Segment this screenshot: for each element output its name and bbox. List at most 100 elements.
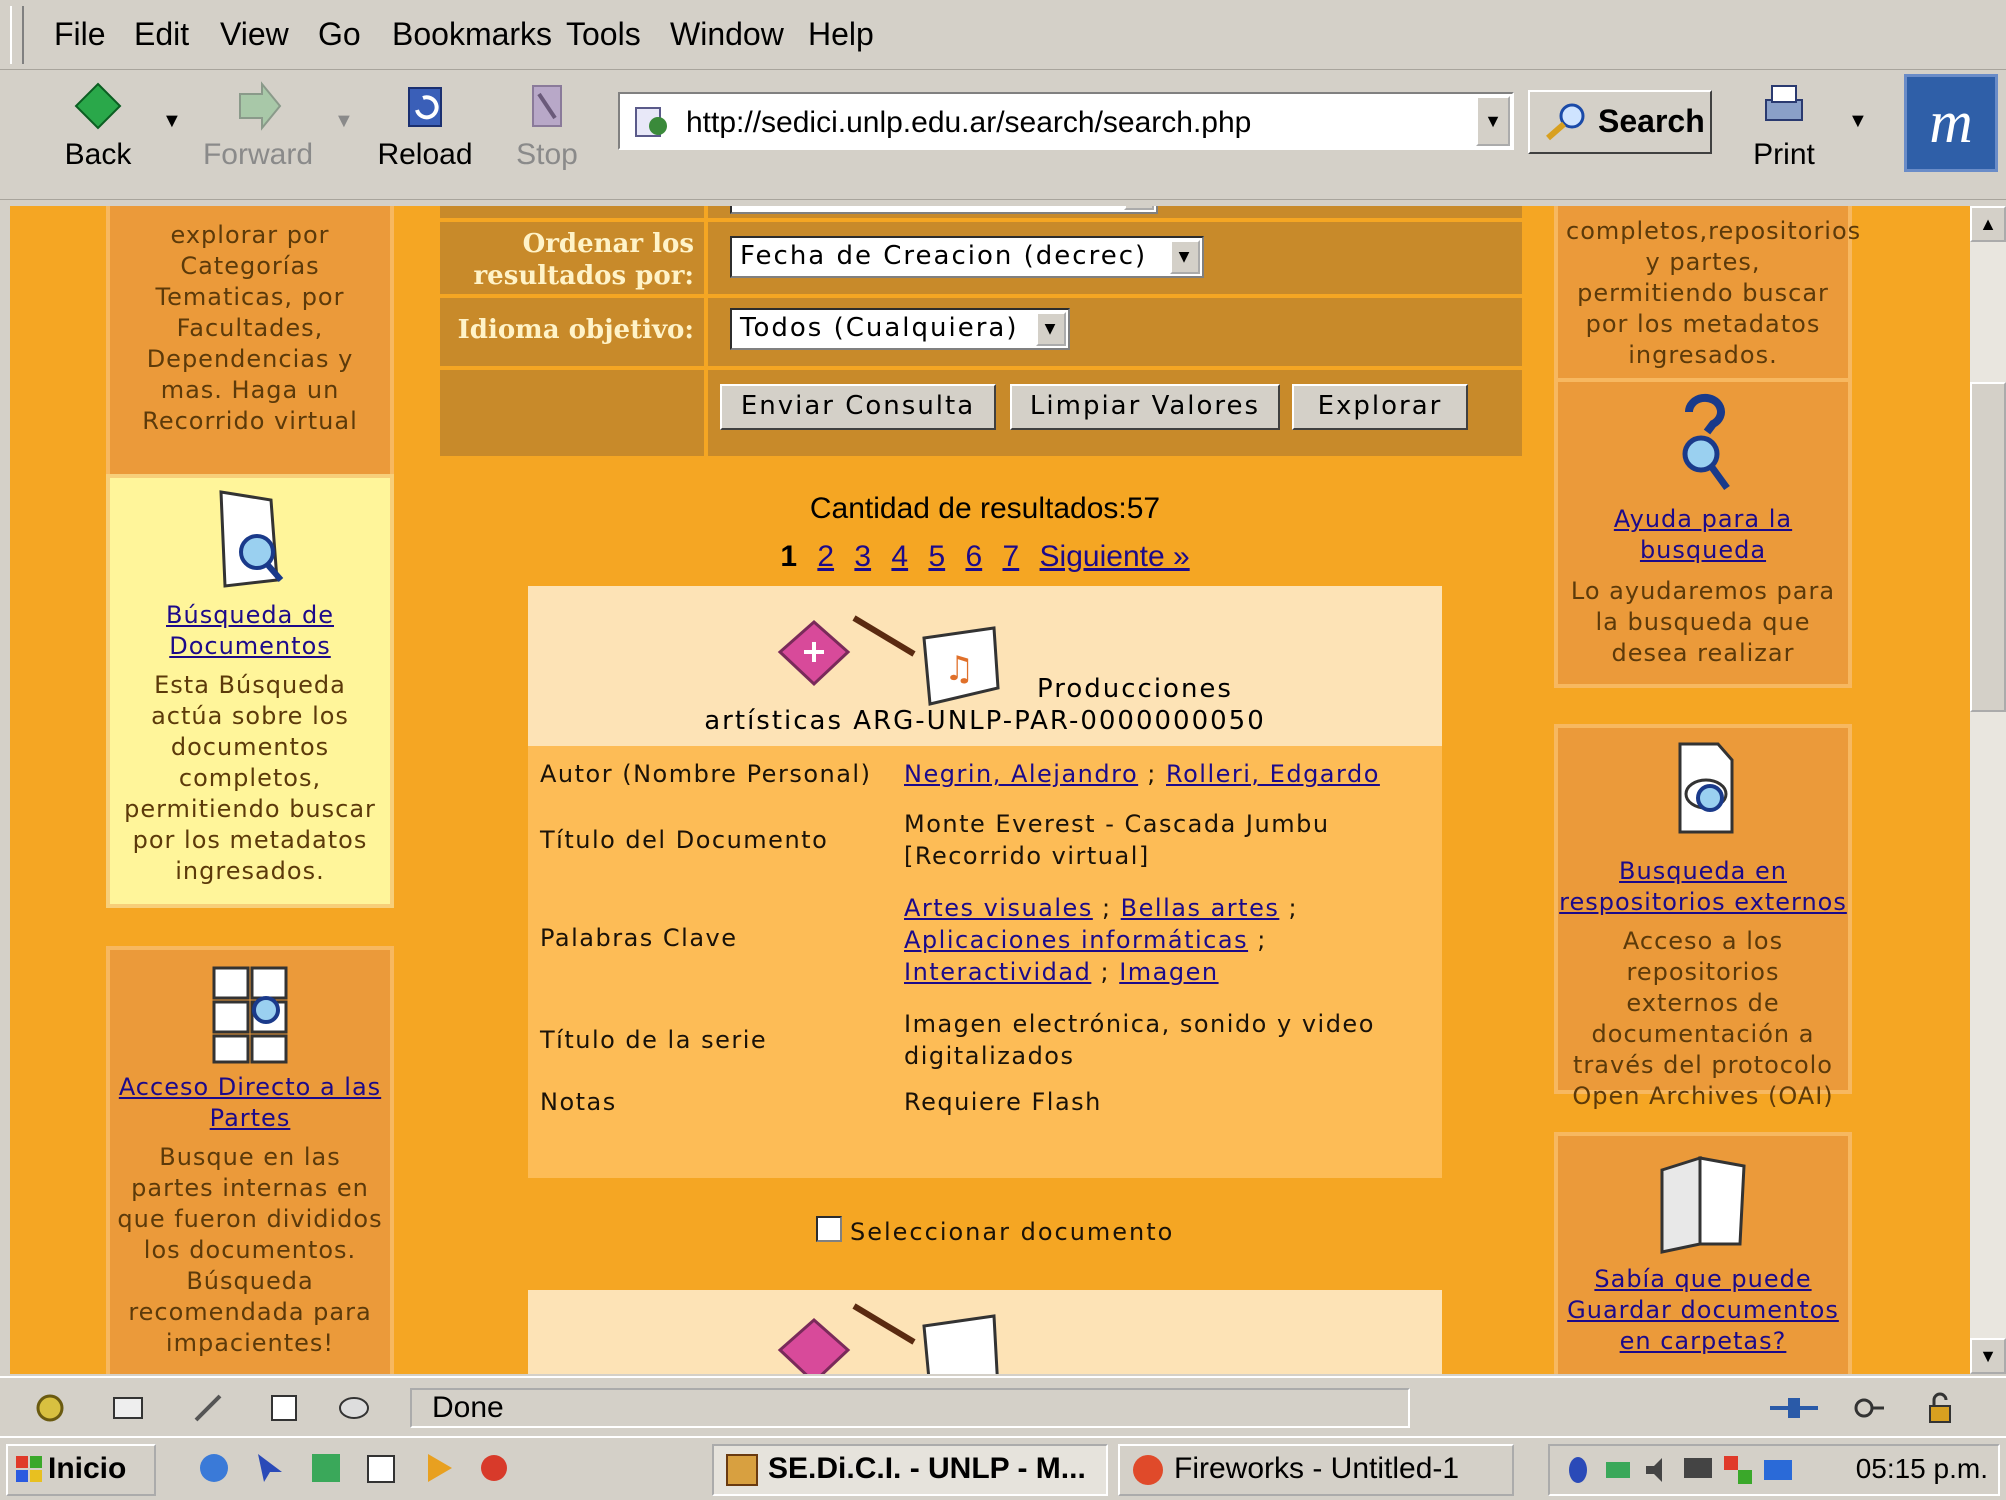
address-bar[interactable]: http://sedici.unlp.edu.ar/search/search.… xyxy=(618,92,1514,150)
menu-help[interactable]: Help xyxy=(808,16,874,53)
composer-icon[interactable] xyxy=(190,1390,226,1426)
select-document-checkbox[interactable] xyxy=(816,1216,842,1242)
order-select[interactable]: Fecha de Creacion (decrec) ▼ xyxy=(730,236,1204,278)
back-button[interactable]: Back xyxy=(38,80,158,190)
page-link-7[interactable]: 7 xyxy=(1003,540,1020,573)
menu-grip[interactable] xyxy=(10,6,24,64)
search-label: Search xyxy=(1598,103,1705,139)
menu-file[interactable]: File xyxy=(54,16,106,53)
chatzilla-icon[interactable] xyxy=(336,1390,372,1426)
clear-values-button[interactable]: Limpiar Valores xyxy=(1010,384,1280,430)
stop-button[interactable]: Stop xyxy=(487,80,607,190)
author-link-2[interactable]: Rolleri, Edgardo xyxy=(1166,760,1380,788)
menu-tools[interactable]: Tools xyxy=(566,16,641,53)
status-text: Done xyxy=(410,1388,1410,1428)
left-card-document-search: Búsqueda de Documentos Esta Búsqueda act… xyxy=(106,474,394,908)
stop-icon xyxy=(532,85,562,127)
tray-mouse-icon[interactable] xyxy=(1560,1452,1596,1488)
keyword-link-bellas-artes[interactable]: Bellas artes xyxy=(1121,894,1280,922)
address-url: http://sedici.unlp.edu.ar/search/search.… xyxy=(686,106,1252,139)
language-select-arrow-icon[interactable]: ▼ xyxy=(1036,312,1066,346)
next-page-link[interactable]: Siguiente » xyxy=(1040,540,1190,573)
quicklaunch-browser-icon[interactable] xyxy=(196,1450,232,1486)
external-search-icon xyxy=(1678,742,1734,834)
taskbar-fireworks-window[interactable]: Fireworks - Untitled-1 xyxy=(1118,1444,1514,1496)
tray-display-icon[interactable] xyxy=(1680,1452,1716,1488)
tray-network-icon[interactable] xyxy=(1600,1452,1636,1488)
search-button[interactable]: Search xyxy=(1528,90,1712,154)
author-link-1[interactable]: Negrin, Alejandro xyxy=(904,760,1138,788)
keyword-link-artes-visuales[interactable]: Artes visuales xyxy=(904,894,1093,922)
mail-icon[interactable] xyxy=(110,1390,146,1426)
navigator-icon[interactable] xyxy=(32,1390,68,1426)
menu-edit[interactable]: Edit xyxy=(134,16,189,53)
page-link-4[interactable]: 4 xyxy=(891,540,908,573)
scroll-thumb[interactable] xyxy=(1970,382,2006,712)
scroll-up-icon[interactable]: ▲ xyxy=(1970,206,2006,242)
result-document: ♫ Producciones artísticas ARG-UNLP-PAR-0… xyxy=(528,586,1442,1178)
address-book-icon[interactable] xyxy=(266,1390,302,1426)
collection-select-arrow-icon[interactable]: ▼ xyxy=(1124,206,1154,210)
print-dropdown-icon[interactable]: ▼ xyxy=(1848,110,1868,133)
menu-go[interactable]: Go xyxy=(318,16,361,53)
stop-label: Stop xyxy=(516,138,578,171)
quicklaunch-editor-icon[interactable] xyxy=(364,1450,400,1486)
windows-taskbar: Inicio SE.Di.C.I. - UNLP - M... Firework… xyxy=(0,1436,2006,1500)
page-link-2[interactable]: 2 xyxy=(817,540,834,573)
parts-access-text: Busque en las partes internas en que fue… xyxy=(117,1143,383,1357)
keyword-link-interactividad[interactable]: Interactividad xyxy=(904,958,1091,986)
document-type-line1: Producciones xyxy=(1037,674,1233,704)
submit-query-button[interactable]: Enviar Consulta xyxy=(720,384,996,430)
quicklaunch-app-icon[interactable] xyxy=(308,1450,344,1486)
page-link-3[interactable]: 3 xyxy=(854,540,871,573)
form-row-language: Idioma objetivo: Todos (Cualquiera) ▼ xyxy=(440,294,1522,366)
collection-select[interactable]: ▼ xyxy=(730,206,1158,214)
result-document-header: ♫ Producciones artísticas ARG-UNLP-PAR-0… xyxy=(528,586,1442,746)
forward-dropdown-icon[interactable]: ▼ xyxy=(334,110,354,133)
security-icon[interactable] xyxy=(1850,1390,1886,1426)
vertical-scrollbar[interactable]: ▲ ▼ xyxy=(1970,206,2006,1374)
keyword-link-imagen[interactable]: Imagen xyxy=(1119,958,1218,986)
form-row-order: Ordenar los resultados por: Fecha de Cre… xyxy=(440,218,1522,294)
menu-window[interactable]: Window xyxy=(670,16,784,53)
notes-label: Notas xyxy=(540,1088,617,1116)
tray-volume-icon[interactable] xyxy=(1640,1452,1676,1488)
forward-button[interactable]: Forward xyxy=(198,80,318,190)
reload-button[interactable]: Reload xyxy=(365,80,485,190)
help-link[interactable]: Ayuda para la busqueda xyxy=(1558,504,1848,566)
order-select-arrow-icon[interactable]: ▼ xyxy=(1170,240,1200,274)
language-select[interactable]: Todos (Cualquiera) ▼ xyxy=(730,308,1070,350)
quicklaunch-media-icon[interactable] xyxy=(420,1450,456,1486)
printer-icon xyxy=(1765,85,1803,121)
explore-button[interactable]: Explorar xyxy=(1292,384,1468,430)
quicklaunch-tool-icon[interactable] xyxy=(476,1450,512,1486)
start-button[interactable]: Inicio xyxy=(6,1444,156,1496)
select-document[interactable]: Seleccionar documento xyxy=(816,1216,1174,1246)
select-document-label: Seleccionar documento xyxy=(850,1218,1175,1246)
document-search-link[interactable]: Búsqueda de Documentos xyxy=(110,600,390,662)
menu-bookmarks[interactable]: Bookmarks xyxy=(392,16,552,53)
page-link-6[interactable]: 6 xyxy=(965,540,982,573)
lock-icon[interactable] xyxy=(1922,1390,1958,1426)
keyword-link-aplicaciones[interactable]: Aplicaciones informáticas xyxy=(904,926,1248,954)
tray-color-icon[interactable] xyxy=(1720,1452,1756,1488)
folders-link[interactable]: Sabía que puede Guardar documentos en ca… xyxy=(1558,1264,1848,1357)
taskbar-browser-window[interactable]: SE.Di.C.I. - UNLP - M... xyxy=(712,1444,1108,1496)
page-link-5[interactable]: 5 xyxy=(928,540,945,573)
quicklaunch-cursor-icon[interactable] xyxy=(252,1450,288,1486)
menu-view[interactable]: View xyxy=(220,16,289,53)
keywords-value: Artes visuales ; Bellas artes ; Aplicaci… xyxy=(904,892,1394,988)
taskbar-browser-label: SE.Di.C.I. - UNLP - M... xyxy=(768,1452,1086,1485)
print-button[interactable]: Print xyxy=(1724,80,1844,190)
author-label: Autor (Nombre Personal) xyxy=(540,760,872,788)
forward-label: Forward xyxy=(202,138,314,171)
tray-computer-icon[interactable] xyxy=(1760,1452,1796,1488)
back-dropdown-icon[interactable]: ▼ xyxy=(162,110,182,133)
order-label: Ordenar los resultados por: xyxy=(440,222,708,294)
address-dropdown-icon[interactable]: ▼ xyxy=(1476,96,1510,146)
page-proxy-icon[interactable] xyxy=(632,102,672,140)
back-label: Back xyxy=(64,138,132,171)
external-search-link[interactable]: Busqueda en respositorios externos xyxy=(1558,856,1848,918)
parts-access-link[interactable]: Acceso Directo a las Partes xyxy=(110,1072,390,1134)
scroll-down-icon[interactable]: ▼ xyxy=(1970,1338,2006,1374)
